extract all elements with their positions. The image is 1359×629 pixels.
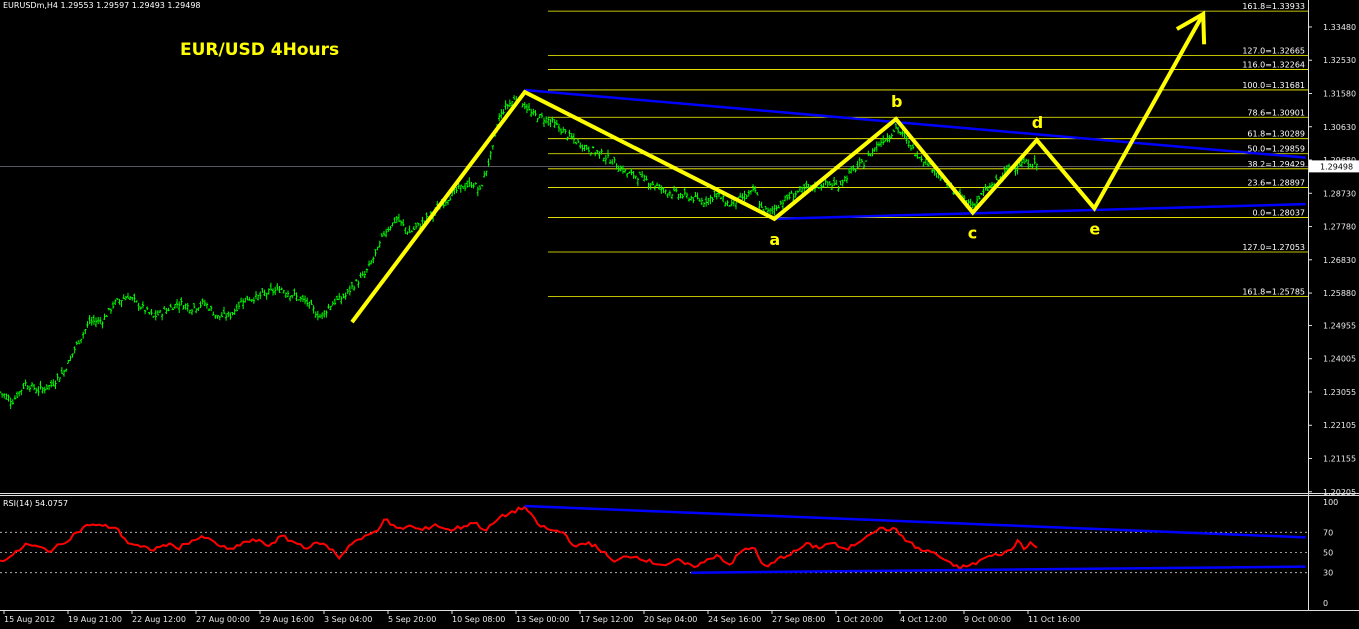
symbol-header: EURUSDm,H4 1.29553 1.29597 1.29493 1.294…: [3, 1, 201, 10]
price-tick-label: 1.31580: [1323, 89, 1356, 98]
time-label: 15 Aug 2012: [4, 615, 55, 624]
price-tick-label: 1.21155: [1323, 455, 1356, 464]
time-label: 22 Aug 12:00: [132, 615, 186, 624]
wave-label-d: d: [1032, 113, 1043, 132]
wave-label-c: c: [968, 224, 977, 243]
price-tick-label: 1.30630: [1323, 123, 1356, 132]
time-label: 10 Sep 08:00: [452, 615, 505, 624]
time-label: 19 Aug 21:00: [68, 615, 122, 624]
time-label: 27 Aug 00:00: [196, 615, 250, 624]
price-tick-label: 1.32530: [1323, 56, 1356, 65]
fib-level-label: 161.8=1.33933: [1242, 2, 1305, 11]
fib-level-label: 0.0=1.28037: [1252, 209, 1305, 218]
chart-canvas: 161.8=1.33933 127.0=1.32665 116.0=1.32264 1…: [0, 0, 1359, 625]
time-label: 29 Aug 16:00: [260, 615, 314, 624]
wave-label-b: b: [891, 92, 902, 111]
fib-level-label: 116.0=1.32264: [1242, 61, 1305, 70]
time-label: 5 Sep 20:00: [388, 615, 436, 624]
time-label: 3 Sep 04:00: [324, 615, 372, 624]
time-label: 13 Sep 00:00: [516, 615, 569, 624]
price-tick-label: 1.33480: [1323, 23, 1356, 32]
chart-title: EUR/USD 4Hours: [180, 40, 339, 60]
time-label: 4 Oct 12:00: [900, 615, 947, 624]
rsi-indicator-label: RSI(14) 54.0757: [3, 499, 68, 508]
price-tick-label: 1.25880: [1323, 289, 1356, 298]
price-tick-label: 1.20205: [1323, 488, 1356, 497]
fib-level-label: 127.0=1.32665: [1242, 46, 1305, 55]
price-tick-label: 1.28730: [1323, 189, 1356, 198]
fib-level-label: 161.8=1.25785: [1242, 287, 1305, 296]
rsi-tick-label: 100: [1323, 498, 1338, 507]
fib-level-label: 127.0=1.27053: [1242, 243, 1305, 252]
time-label: 11 Oct 16:00: [1028, 615, 1080, 624]
price-tick-label: 1.27780: [1323, 223, 1356, 232]
time-label: 20 Sep 04:00: [644, 615, 697, 624]
current-price-value: 1.29498: [1320, 162, 1353, 171]
trading-chart: 161.8=1.33933 127.0=1.32665 116.0=1.32264 1…: [0, 0, 1359, 625]
fib-level-label: 100.0=1.31681: [1242, 81, 1305, 90]
fib-level-label: 23.6=1.28897: [1247, 178, 1305, 187]
time-label: 27 Sep 08:00: [772, 615, 825, 624]
price-tick-label: 1.26830: [1323, 256, 1356, 265]
time-label: 17 Sep 12:00: [580, 615, 633, 624]
price-tick-label: 1.22105: [1323, 421, 1356, 430]
fib-level-label: 61.8=1.30289: [1247, 130, 1305, 139]
price-tick-label: 1.24005: [1323, 355, 1356, 364]
price-tick-label: 1.24955: [1323, 321, 1356, 330]
rsi-tick-label: 30: [1323, 569, 1333, 578]
time-label: 9 Oct 00:00: [964, 615, 1011, 624]
rsi-tick-label: 0: [1323, 599, 1328, 608]
price-tick-label: 1.23055: [1323, 388, 1356, 397]
time-label: 1 Oct 20:00: [836, 615, 883, 624]
fib-level-label: 38.2=1.29429: [1247, 160, 1305, 169]
fib-level-label: 78.6=1.30901: [1247, 108, 1305, 117]
rsi-tick-label: 70: [1323, 528, 1333, 537]
wave-label-a: a: [769, 230, 780, 249]
rsi-tick-label: 50: [1323, 549, 1333, 558]
wave-label-e: e: [1089, 219, 1100, 238]
time-label: 24 Sep 16:00: [708, 615, 761, 624]
